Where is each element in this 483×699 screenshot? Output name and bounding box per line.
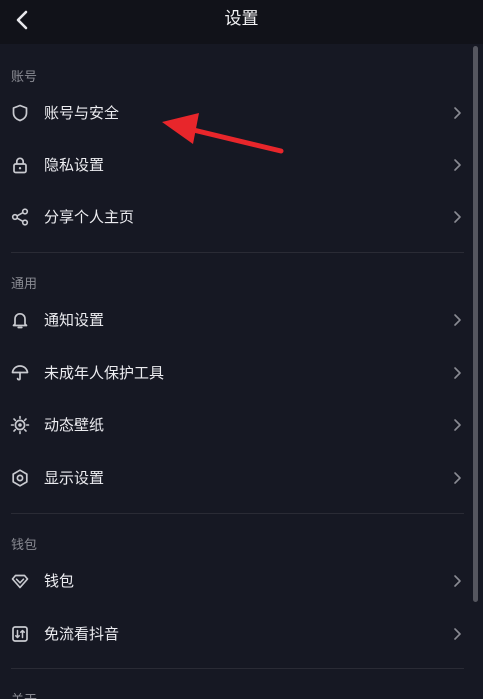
scrollbar[interactable] [473, 46, 478, 602]
wallpaper-icon [10, 415, 30, 435]
chevron-right-icon [454, 628, 461, 640]
bell-icon [12, 312, 28, 329]
settings-item-label: 隐私设置 [44, 156, 105, 174]
chevron-right-icon [454, 211, 461, 223]
settings-item-label: 通知设置 [44, 311, 105, 329]
diamond-icon [11, 574, 29, 589]
data-saver-icon [12, 626, 28, 642]
settings-item-display[interactable]: 显示设置 [0, 454, 470, 502]
section-divider [11, 513, 464, 514]
section-divider [11, 668, 464, 669]
settings-item-privacy[interactable]: 隐私设置 [0, 141, 470, 189]
settings-item-label: 显示设置 [44, 469, 105, 487]
settings-item-label: 未成年人保护工具 [44, 364, 165, 382]
settings-item-share-profile[interactable]: 分享个人主页 [0, 193, 470, 241]
chevron-right-icon [454, 314, 461, 326]
umbrella-icon [11, 365, 29, 381]
section-title-about: 关于 [11, 689, 37, 699]
shield-icon [12, 104, 28, 122]
section-divider [11, 252, 464, 253]
section-title-account: 账号 [11, 70, 38, 85]
top-bar: 设置 [0, 0, 483, 44]
settings-item-minor-protection[interactable]: 未成年人保护工具 [0, 349, 470, 397]
settings-item-notifications[interactable]: 通知设置 [0, 296, 470, 344]
share-icon [11, 208, 29, 226]
section-title-general: 通用 [11, 277, 38, 292]
settings-item-free-data[interactable]: 免流看抖音 [0, 610, 470, 658]
lock-icon [13, 157, 27, 174]
settings-item-label: 免流看抖音 [44, 625, 120, 643]
settings-item-wallet[interactable]: 钱包 [0, 557, 470, 605]
settings-item-live-wallpaper[interactable]: 动态壁纸 [0, 401, 470, 449]
settings-item-label: 分享个人主页 [44, 208, 135, 226]
display-icon [12, 469, 28, 487]
settings-item-label: 动态壁纸 [44, 416, 105, 434]
chevron-right-icon [454, 575, 461, 587]
settings-item-label: 账号与安全 [44, 104, 120, 122]
chevron-right-icon [454, 367, 461, 379]
chevron-right-icon [454, 159, 461, 171]
settings-item-label: 钱包 [44, 572, 75, 590]
section-title-wallet: 钱包 [11, 538, 38, 553]
settings-item-account-security[interactable]: 账号与安全 [0, 89, 470, 137]
page-title: 设置 [224, 9, 259, 29]
chevron-right-icon [454, 472, 461, 484]
chevron-right-icon [454, 419, 461, 431]
chevron-right-icon [454, 107, 461, 119]
